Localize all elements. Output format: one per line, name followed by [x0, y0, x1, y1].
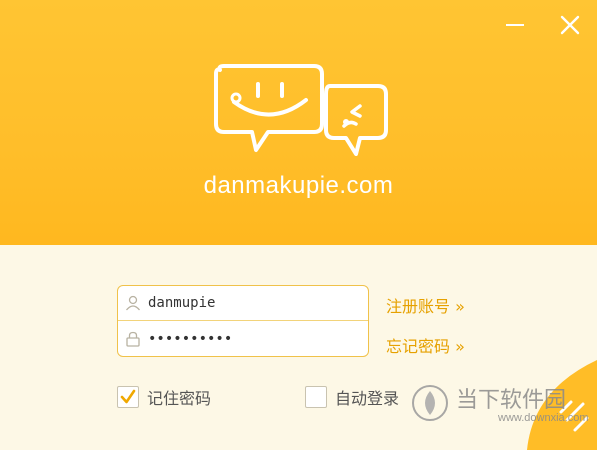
user-icon: [118, 294, 148, 312]
auto-login-checkbox[interactable]: 自动登录: [305, 385, 399, 409]
username-field-row: [118, 286, 368, 321]
minus-icon: [506, 24, 524, 26]
auto-login-label: 自动登录: [335, 389, 400, 408]
password-field-row: [118, 321, 368, 356]
lock-icon: [118, 330, 148, 348]
remember-password-label: 记住密码: [147, 389, 212, 408]
watermark: 当下软件园 www.downxia.com: [410, 382, 588, 424]
forgot-password-link[interactable]: 忘记密码 »: [386, 333, 465, 357]
chat-bubbles-icon: [214, 64, 388, 156]
downxia-logo-icon: [412, 385, 448, 421]
checkbox-box: [305, 386, 327, 408]
header-banner: danmakupie.com: [0, 0, 597, 245]
password-input[interactable]: [148, 323, 348, 354]
close-button[interactable]: [557, 12, 583, 38]
register-account-link[interactable]: 注册账号 »: [386, 293, 465, 317]
check-icon: [120, 389, 136, 404]
close-icon: [560, 15, 580, 35]
login-form: [117, 285, 369, 357]
watermark-url: www.downxia.com: [498, 412, 589, 424]
minimize-button[interactable]: [502, 12, 528, 38]
remember-password-checkbox[interactable]: 记住密码: [117, 385, 211, 409]
brand-text: danmakupie.com: [203, 172, 394, 199]
watermark-name: 当下软件园: [456, 388, 567, 413]
checkbox-box: [117, 386, 139, 408]
username-input[interactable]: [148, 288, 348, 318]
